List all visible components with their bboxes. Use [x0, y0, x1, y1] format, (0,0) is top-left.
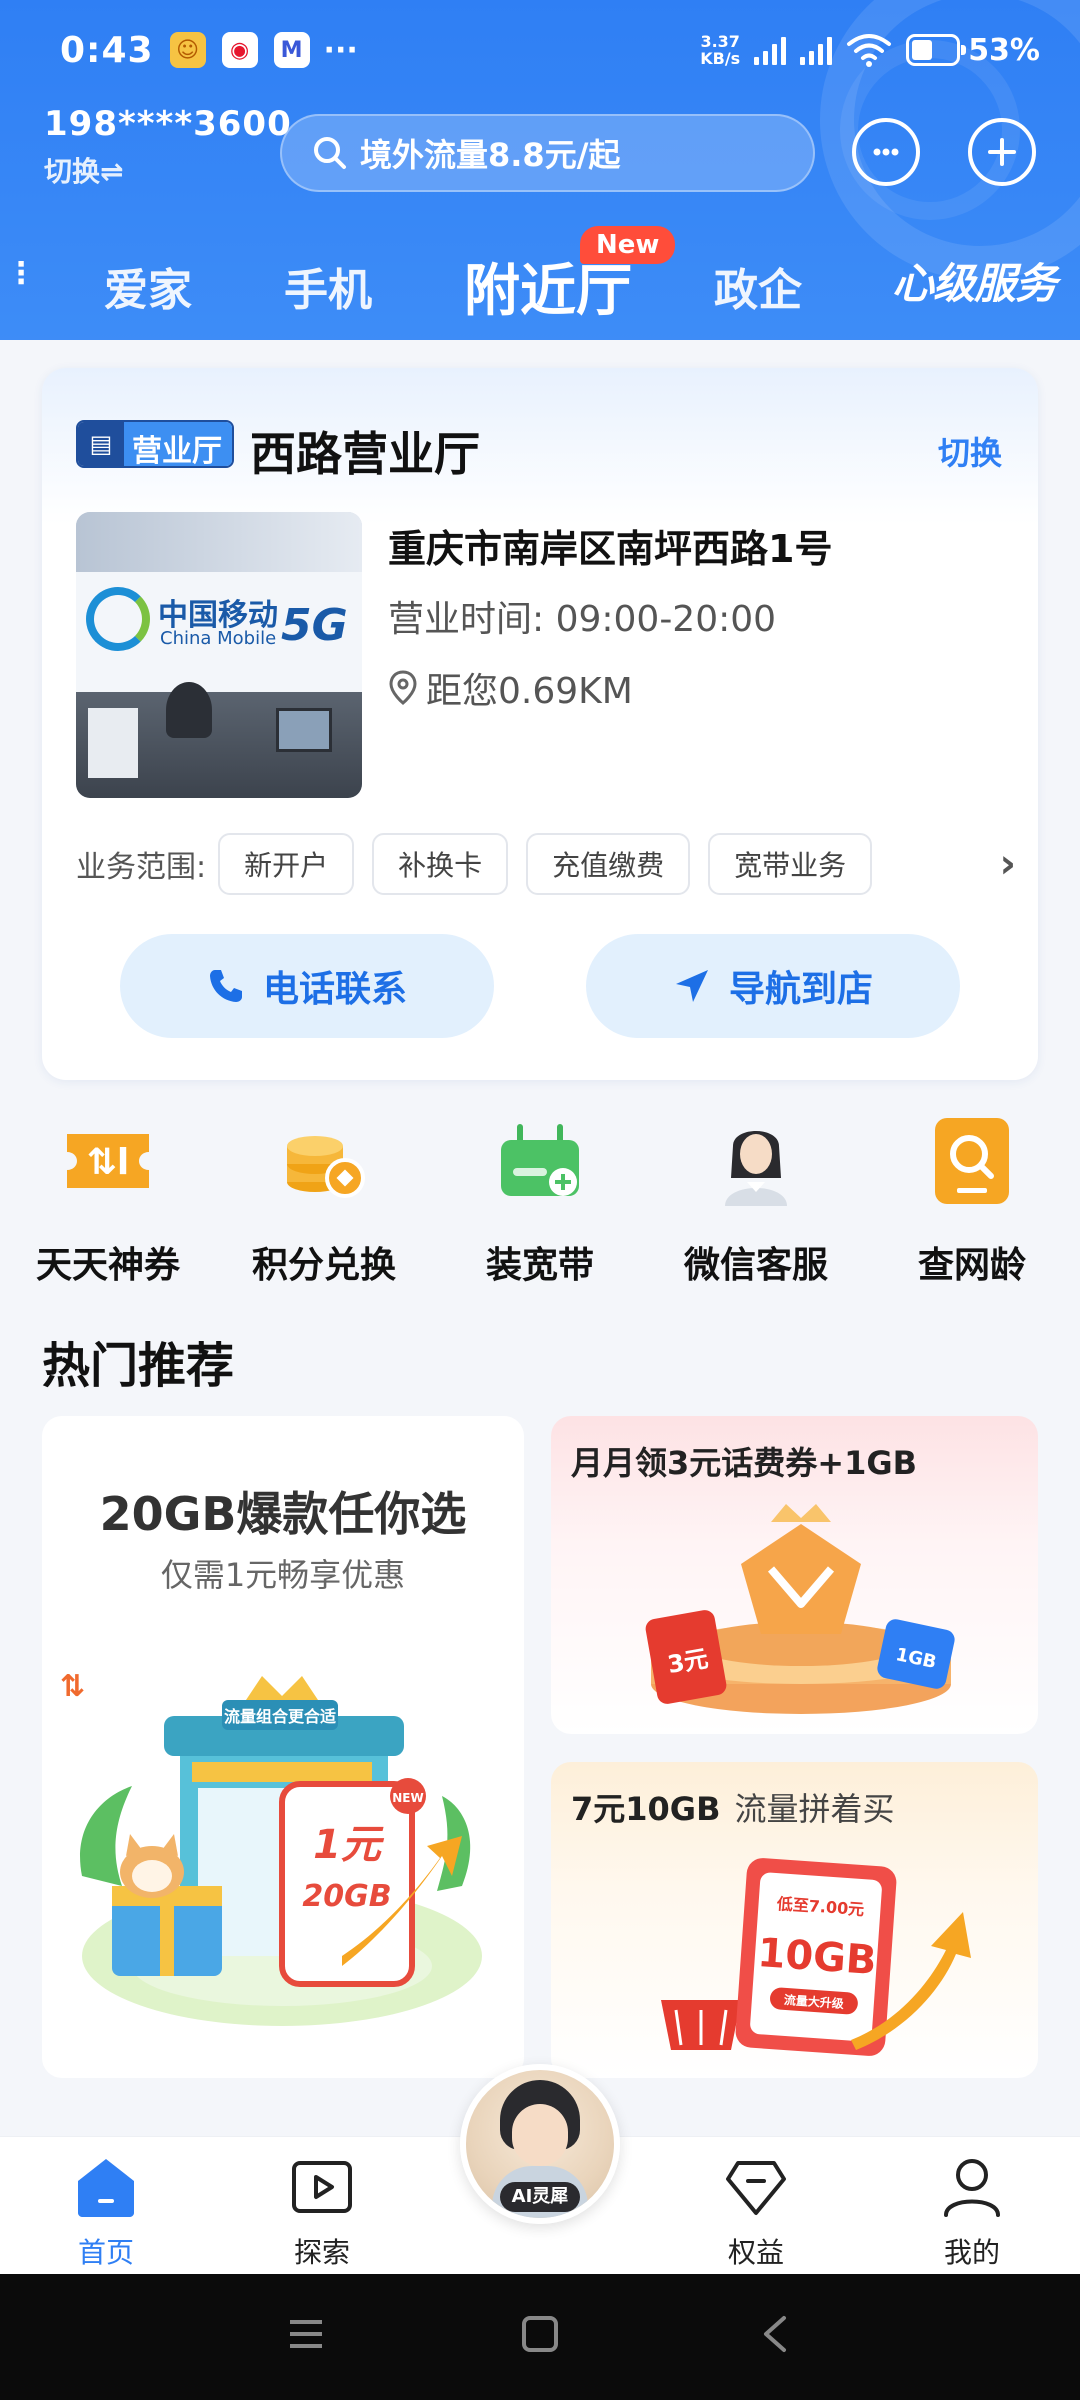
- promo-sign-text: 流量组合更合适: [224, 1707, 336, 1726]
- tab-phone[interactable]: 手机: [284, 254, 372, 318]
- diamond-icon: [726, 2161, 786, 2215]
- store-name: 西路营业厅: [250, 427, 480, 481]
- quick-network-age[interactable]: 查网龄: [864, 1110, 1080, 1288]
- mail-app-icon: M: [273, 32, 310, 68]
- store-hours: 营业时间: 09:00-20:00: [388, 599, 777, 640]
- store-card: ▤ 营业厅 西路营业厅 切换 中国移动 China Mobile 5G 重庆市南…: [42, 368, 1038, 1080]
- tab-menu-icon[interactable]: ⋮: [6, 256, 36, 291]
- svg-text:⇅: ⇅: [60, 1669, 85, 1704]
- top-bar: 198****3600 切换⇌ 境外流量8.8元/起: [0, 100, 1080, 210]
- promo-title: 20GB爆款任你选: [99, 1487, 467, 1541]
- tab-home[interactable]: 爱家: [104, 254, 192, 318]
- status-bar: 0:43 ☺ ◉ M ··· 3.37 KB/s 53%: [0, 0, 1080, 100]
- battery-level: [912, 40, 932, 60]
- message-button[interactable]: [852, 118, 920, 186]
- search-icon: [314, 137, 346, 169]
- quick-coupon[interactable]: ⇅l 天天神券: [0, 1110, 216, 1288]
- tab-service-brand[interactable]: 心级服务: [892, 250, 1057, 311]
- new-badge: New: [580, 226, 676, 264]
- promo-new-tag: NEW: [392, 1791, 423, 1805]
- wifi-icon: [847, 34, 892, 67]
- tab-enterprise[interactable]: 政企: [714, 254, 802, 318]
- battery-percent: 53%: [968, 32, 1040, 68]
- navigation-arrow-icon: [675, 970, 708, 1002]
- add-button[interactable]: [968, 118, 1036, 186]
- weibo-icon: ◉: [221, 32, 258, 68]
- promo-20gb-card[interactable]: 20GB爆款任你选 仅需1元畅享优惠 ⇅ 流量组合更合适 1元 20GB NEW: [42, 1416, 524, 2078]
- china-mobile-logo: [86, 587, 150, 651]
- service-chip[interactable]: 充值缴费: [526, 833, 691, 895]
- magnifier-phone-icon: [927, 1116, 1017, 1206]
- phone-icon: [209, 970, 242, 1002]
- signal-icon: [754, 35, 787, 65]
- store-badge: ▤ 营业厅: [76, 420, 234, 468]
- category-tabs: ⋮ 爱家 手机 附近厅 New 政企 心级服务: [0, 220, 1080, 340]
- call-store-button[interactable]: 电话联系: [120, 934, 494, 1038]
- scope-label: 业务范围:: [76, 850, 207, 885]
- promo-subtitle: 仅需1元畅享优惠: [160, 1556, 406, 1594]
- ai-assistant-button[interactable]: AI灵犀: [460, 2064, 620, 2224]
- agent-avatar: [711, 1116, 801, 1206]
- store-icon: ▤: [78, 422, 124, 466]
- ai-assistant-label: AI灵犀: [500, 2182, 580, 2212]
- promo-10gb-amount: 10GB: [756, 1930, 878, 1984]
- chevron-right-icon[interactable]: ›: [1000, 841, 1016, 887]
- store-address: 重庆市南岸区南坪西路1号: [388, 527, 833, 571]
- quick-wechat-service[interactable]: 微信客服: [648, 1110, 864, 1288]
- nav-mine[interactable]: 我的: [902, 2155, 1042, 2271]
- promo-coupon-title: 月月领3元话费券+1GB: [571, 1444, 918, 1482]
- coins-icon: [279, 1116, 369, 1206]
- store-switch-link[interactable]: 切换: [938, 428, 1002, 474]
- system-nav-bar: [0, 2274, 1080, 2400]
- plus-icon: [988, 138, 1016, 166]
- more-notifications-icon: ···: [323, 32, 358, 68]
- promo-data-amount: 20GB: [302, 1879, 391, 1914]
- promo-10gb-card[interactable]: 7元10GB 流量拼着买 低至7.00元 10GB 流量大升级: [551, 1762, 1038, 2078]
- promo-price: 1元: [313, 1822, 385, 1868]
- play-video-icon: [292, 2161, 352, 2213]
- net-speed: 3.37 KB/s: [700, 32, 741, 68]
- promo-store-illustration: ⇅ 流量组合更合适 1元 20GB NEW: [60, 1669, 482, 2026]
- nav-explore[interactable]: 探索: [252, 2155, 392, 2271]
- quick-points-exchange[interactable]: 积分兑换: [216, 1110, 432, 1288]
- promo-coupon-illustration: 3元 1GB: [645, 1504, 955, 1714]
- nav-home[interactable]: 首页: [36, 2155, 176, 2271]
- status-time: 0:43: [60, 29, 154, 71]
- home-button-icon[interactable]: [520, 2314, 560, 2354]
- navigate-to-store-button[interactable]: 导航到店: [586, 934, 960, 1038]
- quick-broadband[interactable]: 装宽带: [432, 1110, 648, 1288]
- service-scope: 业务范围: 新开户 补换卡 充值缴费 宽带业务 ›: [76, 832, 1016, 896]
- router-icon: [495, 1116, 585, 1206]
- service-chip[interactable]: 补换卡: [372, 833, 509, 895]
- account-phone: 198****3600: [44, 104, 292, 144]
- user-icon: [944, 2159, 1000, 2217]
- account-switch-label: 切换⇌: [44, 155, 124, 188]
- service-chip[interactable]: 宽带业务: [708, 833, 873, 895]
- quick-actions: ⇅l 天天神券 积分兑换 装宽带 微信客服 查网龄: [0, 1110, 1080, 1310]
- coupon-icon: ⇅l: [63, 1116, 153, 1206]
- hot-recommend-title: 热门推荐: [42, 1338, 235, 1394]
- promo-coupon-card[interactable]: 月月领3元话费券+1GB 3元 1GB: [551, 1416, 1038, 1734]
- signal-icon: [800, 35, 833, 65]
- chat-bubble-icon: [873, 148, 899, 156]
- svg-text:⇅l: ⇅l: [87, 1142, 130, 1183]
- promo-10gb-illustration: 低至7.00元 10GB 流量大升级: [661, 1858, 971, 2056]
- menu-icon[interactable]: [286, 2314, 326, 2354]
- back-icon[interactable]: [756, 2314, 796, 2354]
- search-bar[interactable]: 境外流量8.8元/起: [280, 114, 815, 192]
- account-switcher[interactable]: 198****3600 切换⇌: [44, 104, 292, 190]
- home-icon: [78, 2159, 134, 2217]
- service-chip[interactable]: 新开户: [218, 833, 355, 895]
- store-distance: 距您0.69KM: [388, 662, 633, 714]
- nav-rights[interactable]: 权益: [686, 2155, 826, 2271]
- battery-icon: [906, 34, 967, 66]
- location-pin-icon: [389, 670, 417, 705]
- battery-indicator: 53%: [906, 33, 1040, 68]
- store-photo[interactable]: 中国移动 China Mobile 5G: [76, 512, 362, 798]
- notification-app-icon: ☺: [169, 32, 206, 68]
- search-placeholder: 境外流量8.8元/起: [360, 136, 621, 174]
- promo-10gb-title: 7元10GB 流量拼着买: [571, 1790, 895, 1828]
